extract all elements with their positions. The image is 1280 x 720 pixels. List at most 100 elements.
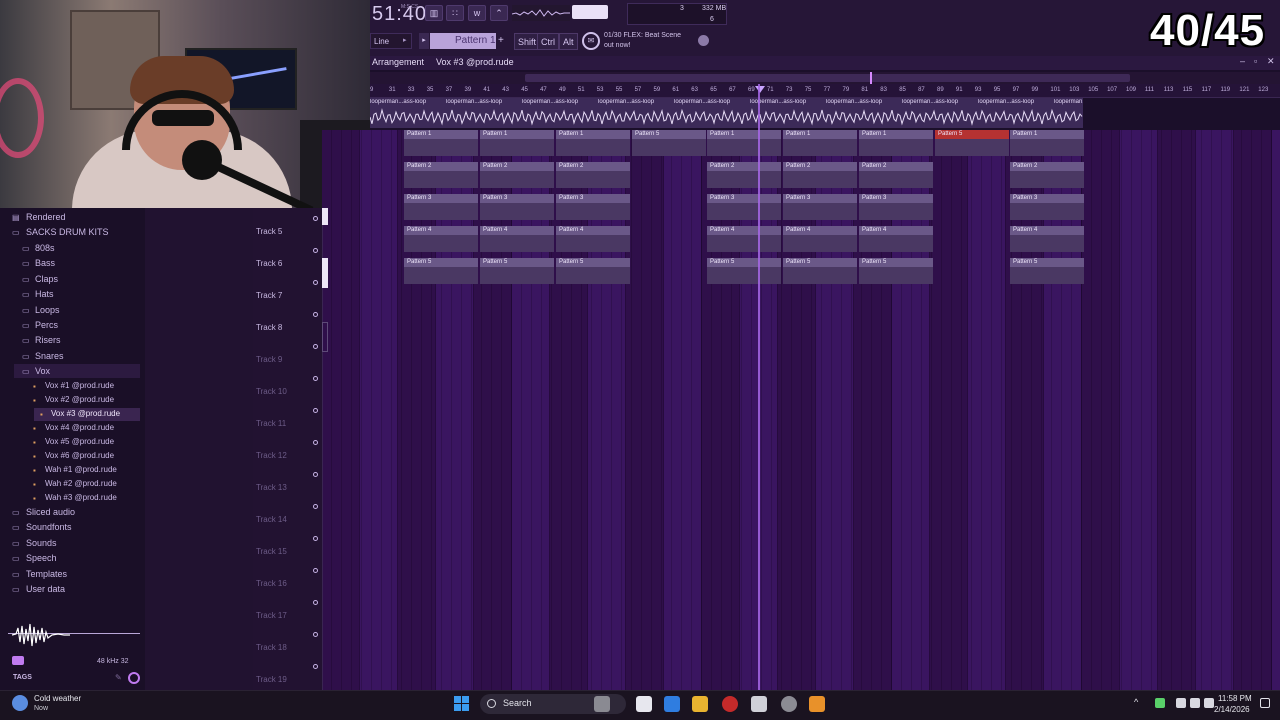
news-panel[interactable]: 01/30 FLEX: Beat Scene out now! [604,31,694,51]
copilot-icon[interactable] [664,696,680,712]
arrangement-title[interactable]: Arrangement [372,57,424,67]
browser-file[interactable]: Vox #4 @prod.rude [45,423,114,432]
track-name[interactable]: Track 14 [256,515,287,524]
preview-play-icon[interactable] [12,656,24,665]
browser-folder[interactable]: Claps [35,274,58,284]
song-time-display[interactable]: 51:40 [372,3,427,26]
track-mute-dot[interactable] [313,664,318,669]
track-name[interactable]: Track 8 [256,323,282,332]
microphone-icon[interactable] [1155,698,1165,708]
track-mute-dot[interactable] [313,632,318,637]
master-volume-slider[interactable] [572,5,608,19]
minimize-icon[interactable]: – [1240,56,1245,66]
close-icon[interactable]: ✕ [1267,56,1275,67]
breadcrumb[interactable]: Vox #3 @prod.rude [436,57,514,67]
widget-icon[interactable] [594,696,610,712]
track-name[interactable]: Track 6 [256,259,282,268]
track-mute-switch[interactable] [322,258,328,288]
piano-roll-icon[interactable]: ▥ [425,5,443,21]
add-pattern-button[interactable]: + [498,33,508,49]
track-name[interactable]: Track 16 [256,579,287,588]
battery-icon[interactable] [1204,698,1214,708]
weather-title[interactable]: Cold weather [34,694,81,703]
browser-file[interactable]: Vox #2 @prod.rude [45,395,114,404]
playhead[interactable] [758,84,760,690]
track-mute-dot[interactable] [313,472,318,477]
browser-folder[interactable]: Vox [35,366,50,376]
track-name[interactable]: Track 10 [256,387,287,396]
browser-folder[interactable]: Bass [35,258,55,268]
alt-key-button[interactable]: Alt [559,33,578,50]
browser-item-rendered[interactable]: Rendered [26,212,66,222]
track-mute-dot[interactable] [313,216,318,221]
step-seq-icon[interactable]: ∷ [446,5,464,21]
track-mute-switch[interactable] [322,322,328,352]
news-icon[interactable]: ✉ [582,32,600,50]
wifi-icon[interactable] [1176,698,1186,708]
browser-item[interactable]: Templates [26,569,67,579]
browser-file[interactable]: Wah #2 @prod.rude [45,479,117,488]
track-mute-dot[interactable] [313,376,318,381]
track-mute-dot[interactable] [313,440,318,445]
track-mute-dot[interactable] [313,504,318,509]
browser-folder[interactable]: Loops [35,305,60,315]
news-open-icon[interactable] [698,35,709,46]
ctrl-key-button[interactable]: Ctrl [537,33,559,50]
browser-file[interactable]: Vox #1 @prod.rude [45,381,114,390]
volume-icon[interactable] [1190,698,1200,708]
track-mute-dot[interactable] [313,536,318,541]
browser-file[interactable]: Wah #1 @prod.rude [45,465,117,474]
track-name[interactable]: Track 11 [256,419,286,428]
clock-time[interactable]: 11:58 PM [1218,694,1252,703]
track-name[interactable]: Track 15 [256,547,287,556]
browser-item[interactable]: Soundfonts [26,522,72,532]
track-mute-dot[interactable] [313,600,318,605]
browser-item[interactable]: Sliced audio [26,507,75,517]
metronome-icon[interactable]: ⌃ [490,5,508,21]
track-mute-dot[interactable] [313,568,318,573]
browser-item-kit[interactable]: SACKS DRUM KITS [26,227,109,237]
browser-file[interactable]: Wah #3 @prod.rude [45,493,117,502]
track-name[interactable]: Track 18 [256,643,287,652]
track-mute-dot[interactable] [313,280,318,285]
store-icon[interactable] [751,696,767,712]
track-mute-dot[interactable] [313,312,318,317]
track-mute-dot[interactable] [313,248,318,253]
track-name[interactable]: Track 17 [256,611,287,620]
browser-file[interactable]: Vox #3 @prod.rude [51,409,120,418]
pattern-picker[interactable]: Pattern 1 [430,33,496,49]
track-name[interactable]: Track 19 [256,675,287,684]
maximize-icon[interactable]: ▫ [1254,56,1257,66]
browser-folder[interactable]: Risers [35,335,61,345]
search-icon[interactable] [128,672,140,684]
start-icon[interactable] [454,696,470,712]
record-icon[interactable]: w [468,5,486,21]
track-name[interactable]: Track 12 [256,451,287,460]
task-view-icon[interactable] [636,696,652,712]
chevron-up-icon[interactable]: ^ [1134,697,1138,707]
notification-icon[interactable] [1260,698,1270,708]
track-name[interactable]: Track 13 [256,483,287,492]
opera-icon[interactable] [722,696,738,712]
browser-folder[interactable]: Hats [35,289,54,299]
track-mute-dot[interactable] [313,344,318,349]
track-name[interactable]: Track 9 [256,355,282,364]
clock-date[interactable]: 2/14/2026 [1214,705,1250,714]
track-name[interactable]: Track 7 [256,291,282,300]
fl-studio-icon[interactable] [809,696,825,712]
play-icon[interactable]: ▸ [419,33,429,49]
browser-folder[interactable]: Snares [35,351,64,361]
browser-folder[interactable]: 808s [35,243,55,253]
browser-folder[interactable]: Percs [35,320,58,330]
track-mute-dot[interactable] [313,408,318,413]
browser-item[interactable]: Sounds [26,538,57,548]
track-name[interactable]: Track 5 [256,227,282,236]
weather-icon[interactable] [12,695,28,711]
scrollbar-thumb[interactable] [525,74,1130,82]
browser-item[interactable]: Speech [26,553,57,563]
chrome-icon[interactable] [781,696,797,712]
browser-file[interactable]: Vox #6 @prod.rude [45,451,114,460]
browser-file[interactable]: Vox #5 @prod.rude [45,437,114,446]
browser-item[interactable]: User data [26,584,65,594]
track-mute-switch[interactable] [322,208,328,225]
